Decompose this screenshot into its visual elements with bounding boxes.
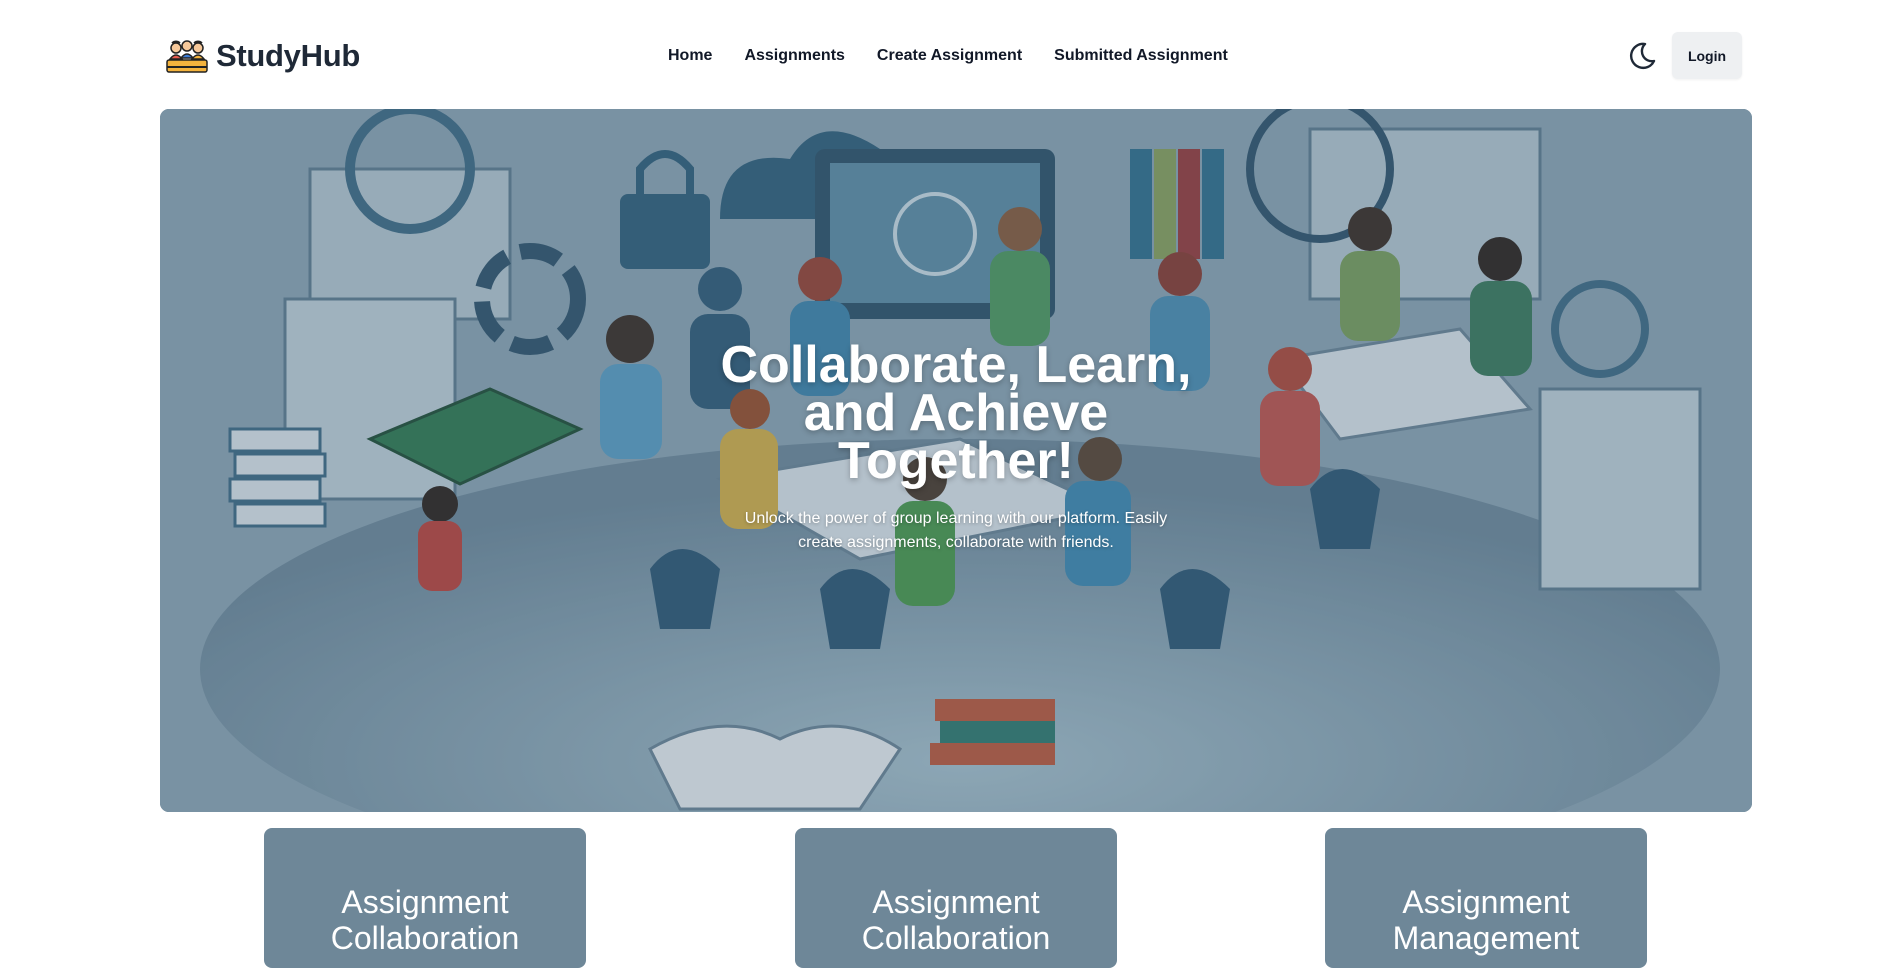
feature-card-title: Assignment Collaboration	[330, 884, 520, 956]
hero-title: Collaborate, Learn, and Achieve Together…	[720, 336, 1192, 490]
main-nav: Home Assignments Create Assignment Submi…	[668, 44, 1228, 68]
feature-card-collaboration: Assignment Collaboration	[264, 828, 586, 968]
brand-name: StudyHub	[216, 38, 360, 73]
feature-card-collaboration-2: Assignment Collaboration	[795, 828, 1117, 968]
hero-content: Collaborate, Learn, and Achieve Together…	[716, 336, 1196, 555]
nav-link-create-assignment[interactable]: Create Assignment	[877, 47, 1022, 65]
hero-subtitle: Unlock the power of group learning with …	[744, 510, 1168, 551]
navbar: StudyHub Home Assignments Create Assignm…	[0, 0, 1903, 108]
students-group-icon	[166, 40, 208, 73]
feature-card-title: Assignment Collaboration	[861, 884, 1051, 956]
brand-link[interactable]: StudyHub	[166, 36, 360, 76]
theme-toggle-button[interactable]	[1626, 40, 1658, 72]
moon-icon	[1630, 42, 1656, 70]
nav-link-assignments[interactable]: Assignments	[744, 47, 844, 65]
feature-card-title: Assignment Management	[1392, 884, 1580, 956]
nav-link-submitted-assignment[interactable]: Submitted Assignment	[1054, 47, 1228, 65]
feature-card-management: Assignment Management	[1325, 828, 1647, 968]
hero-banner: Collaborate, Learn, and Achieve Together…	[160, 109, 1752, 812]
nav-link-home[interactable]: Home	[668, 47, 712, 65]
login-button[interactable]: Login	[1672, 32, 1742, 79]
